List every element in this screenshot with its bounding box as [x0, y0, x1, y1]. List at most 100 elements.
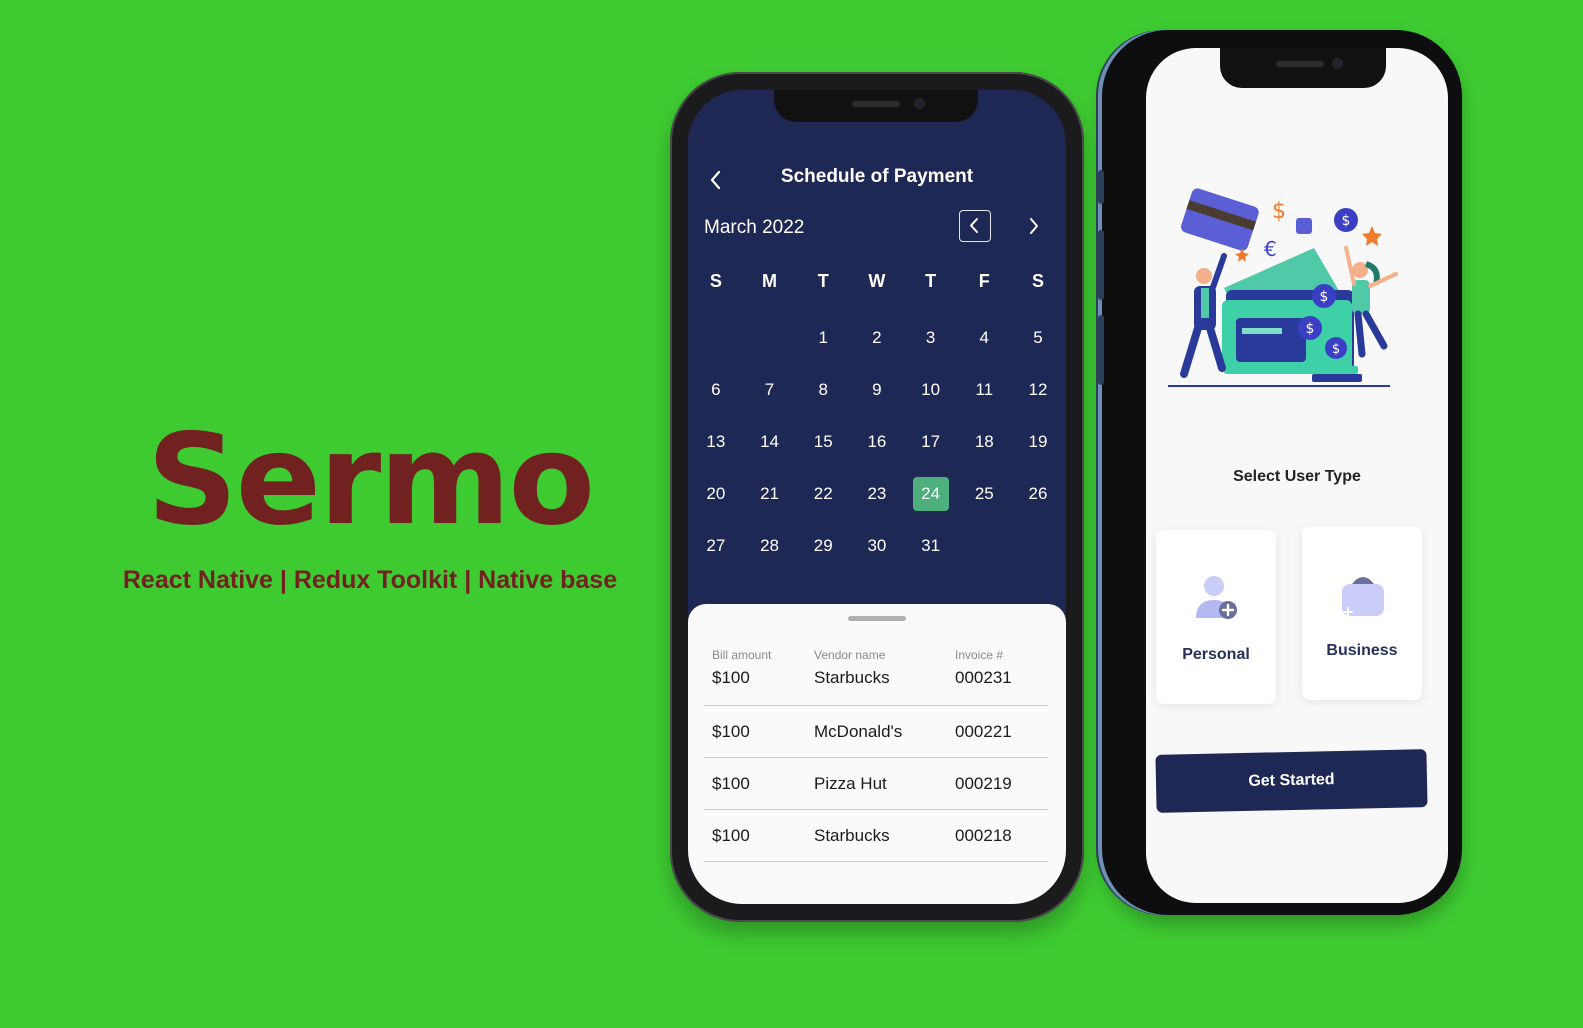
calendar-day[interactable]: 14 [743, 416, 797, 468]
day-number: 20 [706, 484, 726, 503]
camera-icon [914, 98, 925, 109]
chevron-right-icon [1030, 218, 1038, 234]
calendar-day[interactable]: 29 [796, 520, 850, 572]
brand-block: Sermo React Native | Redux Toolkit | Nat… [120, 410, 620, 595]
calendar-day[interactable]: 16 [850, 416, 904, 468]
weekday-header: F [978, 270, 990, 291]
payment-illustration: $ $ $ $ $ € [1164, 178, 1404, 398]
calendar-day[interactable]: 10 [904, 364, 958, 416]
vendor-name-cell: Starbucks [814, 825, 890, 845]
next-month-button[interactable] [1020, 212, 1048, 240]
business-option-card[interactable]: Business [1302, 526, 1422, 700]
calendar-day[interactable]: 11 [957, 364, 1011, 416]
drag-handle[interactable] [848, 616, 906, 621]
calendar-day[interactable]: 2 [850, 312, 904, 364]
select-user-type-title: Select User Type [1233, 468, 1361, 485]
calendar-day[interactable]: 28 [743, 520, 797, 572]
calendar-day[interactable]: 9 [850, 364, 904, 416]
invoice-number-cell: 000231 [955, 668, 1012, 687]
calendar-day[interactable]: 26 [1011, 468, 1065, 520]
calendar-day[interactable]: 4 [957, 312, 1011, 364]
calendar-empty-cell [1011, 520, 1065, 572]
weekday-header: T [925, 270, 937, 291]
table-row[interactable]: $100 McDonald's 000221 [704, 706, 1048, 758]
day-number: 19 [1028, 432, 1048, 451]
silent-switch [1098, 170, 1104, 204]
day-number: 23 [867, 484, 887, 503]
calendar-day[interactable]: 30 [850, 520, 904, 572]
bill-amount-cell: $100 [712, 773, 750, 793]
personal-option-card[interactable]: Personal [1156, 530, 1276, 704]
calendar-day[interactable]: 7 [743, 364, 797, 416]
calendar-week-row: 27 28 29 30 31 [688, 520, 1066, 572]
table-row[interactable]: $100 Pizza Hut 000219 [704, 758, 1048, 810]
calendar-day[interactable]: 24 [904, 468, 958, 520]
calendar-day[interactable]: 5 [1011, 312, 1065, 364]
day-number: 7 [764, 380, 775, 399]
calendar-day[interactable]: 25 [957, 468, 1011, 520]
day-number: 31 [921, 536, 941, 555]
calendar-day[interactable]: 19 [1011, 416, 1065, 468]
invoice-number-cell: 000219 [955, 773, 1012, 793]
calendar-week-row: 6 7 8 9 10 11 12 [688, 364, 1066, 416]
calendar-day[interactable]: 6 [689, 364, 743, 416]
calendar-day[interactable]: 20 [689, 468, 743, 520]
table-row[interactable]: $100 Starbucks 000218 [704, 810, 1048, 862]
column-header-invoice: Invoice # [955, 648, 1004, 662]
svg-text:€: € [1264, 237, 1277, 261]
brand-subtitle: React Native | Redux Toolkit | Native ba… [122, 566, 618, 594]
svg-text:$: $ [1320, 289, 1329, 305]
calendar-day[interactable]: 1 [796, 312, 850, 364]
weekday-header: M [762, 270, 778, 291]
calendar-day[interactable]: 22 [796, 468, 850, 520]
calendar-day[interactable]: 8 [796, 364, 850, 416]
column-header-bill-amount: Bill amount [712, 648, 772, 662]
speaker-grille [852, 101, 900, 107]
phone-user-type: $ $ $ $ $ € Select User Type Personal Bu… [1098, 30, 1462, 915]
day-number: 14 [760, 432, 779, 451]
calendar-day[interactable]: 31 [904, 520, 958, 572]
table-row[interactable]: $100 Starbucks 000231 [704, 668, 1048, 706]
day-number: 9 [872, 380, 882, 399]
prev-month-button[interactable] [959, 210, 991, 242]
user-type-screen: $ $ $ $ $ € Select User Type Personal Bu… [1146, 48, 1448, 903]
calendar-day[interactable]: 23 [850, 468, 904, 520]
calendar-day[interactable]: 13 [689, 416, 743, 468]
vendor-name-cell: Starbucks [814, 668, 890, 687]
day-number: 3 [925, 328, 936, 347]
calendar-day[interactable]: 3 [904, 312, 958, 364]
day-number: 11 [975, 380, 994, 399]
bills-table: Bill amount Vendor name Invoice # $100 St… [704, 648, 1048, 862]
volume-down-button [1098, 315, 1104, 385]
vendor-name-cell: Pizza Hut [814, 773, 887, 793]
calendar-day[interactable]: 15 [796, 416, 850, 468]
svg-text:$: $ [1272, 199, 1286, 224]
briefcase-icon [1340, 570, 1386, 620]
calendar-day[interactable]: 12 [1011, 364, 1065, 416]
chevron-left-icon [970, 218, 978, 233]
bills-sheet: Bill amount Vendor name Invoice # $100 St… [688, 604, 1066, 904]
invoice-number-cell: 000221 [955, 721, 1012, 741]
day-number: 29 [813, 536, 833, 555]
month-navigator: March 2022 [704, 210, 1050, 246]
bill-amount-cell: $100 [712, 825, 750, 845]
calendar-day[interactable]: 18 [957, 416, 1011, 468]
weekday-header: T [817, 270, 829, 291]
calendar-day[interactable]: 27 [689, 520, 743, 572]
speaker-grille [1276, 61, 1324, 67]
day-number: 6 [711, 380, 721, 399]
page-title: Schedule of Payment [780, 166, 974, 187]
get-started-button[interactable]: Get Started [1155, 749, 1428, 813]
user-add-icon [1194, 574, 1240, 624]
svg-text:$: $ [1332, 342, 1340, 357]
bill-amount-cell: $100 [712, 668, 750, 687]
calendar-day[interactable]: 17 [904, 416, 958, 468]
personal-option-label: Personal [1182, 646, 1250, 663]
calendar-day[interactable]: 21 [743, 468, 797, 520]
calendar-grid: SMTWTFS 1 2 3 4 5 6 7 8 9 10 11 12 13 14 15 16 17 18 19 20 2… [688, 260, 1066, 572]
volume-up-button [1098, 230, 1104, 300]
business-option-label: Business [1326, 642, 1398, 659]
bill-amount-cell: $100 [712, 721, 750, 741]
day-number: 13 [706, 432, 726, 451]
day-number: 5 [1033, 328, 1043, 347]
